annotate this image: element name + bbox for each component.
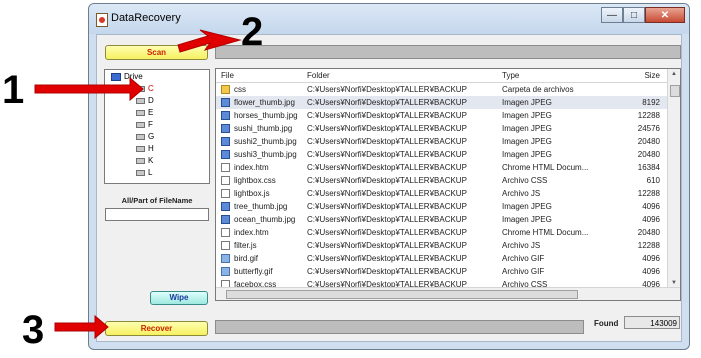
annotation-overlay <box>34 29 242 340</box>
callout-1: 1 <box>2 68 25 112</box>
arrow-to-recover-icon <box>54 314 109 340</box>
callout-3: 3 <box>22 308 45 352</box>
callout-2: 2 <box>241 10 264 54</box>
arrow-to-drive-c-icon <box>34 76 144 102</box>
arrow-to-scan-icon <box>177 29 242 53</box>
